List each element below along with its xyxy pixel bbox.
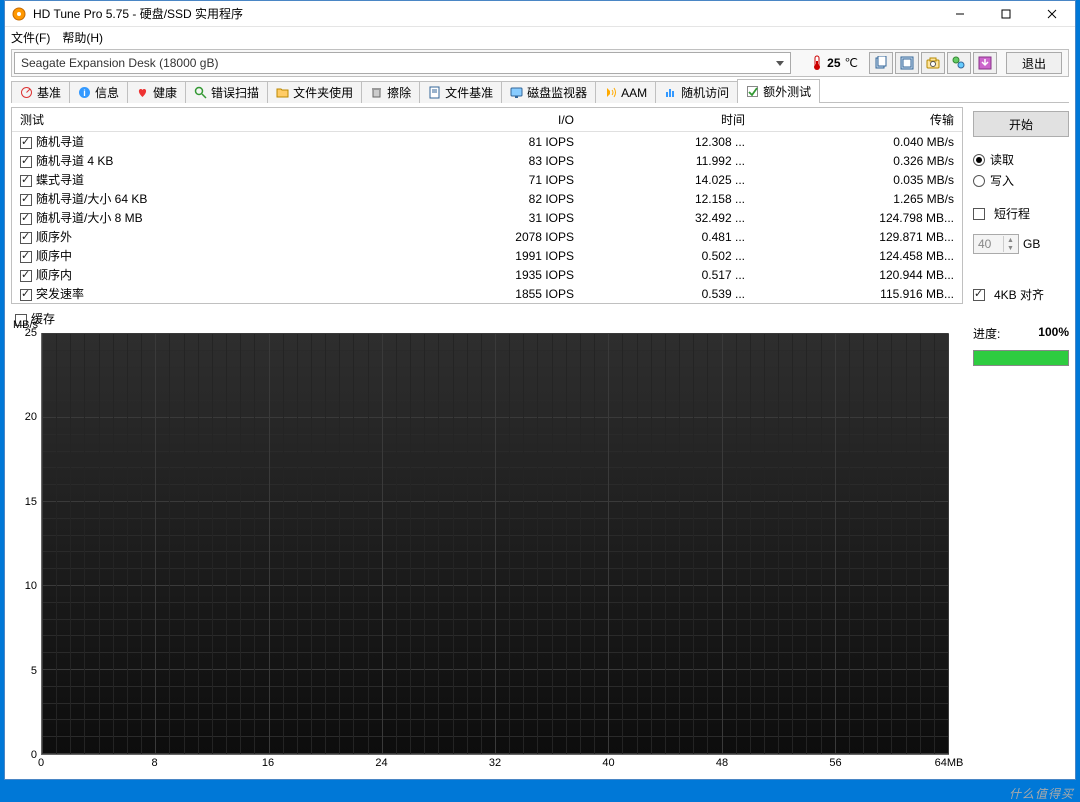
close-button[interactable] [1029, 1, 1075, 27]
gb-label: GB [1023, 237, 1040, 251]
row-checkbox[interactable] [20, 251, 32, 263]
drive-select[interactable]: Seagate Expansion Desk (18000 gB) [14, 52, 791, 74]
short-stroke-value: 40 [978, 237, 991, 251]
row-checkbox[interactable] [20, 194, 32, 206]
thermometer-icon [811, 55, 823, 71]
progress-bar [973, 350, 1069, 366]
menu-file[interactable]: 文件(F) [11, 29, 50, 46]
maximize-button[interactable] [983, 1, 1029, 27]
tab-benchmark[interactable]: 基准 [11, 81, 70, 103]
toolbar: Seagate Expansion Desk (18000 gB) 25 ℃ 退出 [11, 49, 1069, 77]
write-label: 写入 [990, 172, 1014, 189]
col-io[interactable]: I/O [411, 108, 582, 132]
save-button[interactable] [973, 52, 997, 74]
svg-text:i: i [83, 88, 86, 98]
table-row[interactable]: 蝶式寻道71 IOPS14.025 ...0.035 MB/s [12, 170, 962, 189]
title-bar: HD Tune Pro 5.75 - 硬盘/SSD 实用程序 [5, 1, 1075, 27]
copy-screenshot-button[interactable] [895, 52, 919, 74]
short-stroke-spinner[interactable]: 40 ▲▼ [973, 234, 1019, 254]
row-checkbox[interactable] [20, 137, 32, 149]
tabs: 基准 i信息 健康 错误扫描 文件夹使用 擦除 文件基准 磁盘监视器 AAM 随… [11, 79, 1069, 103]
tab-health[interactable]: 健康 [127, 81, 186, 103]
col-test[interactable]: 测试 [12, 108, 411, 132]
align-4kb-checkbox[interactable] [973, 289, 985, 301]
temperature-value: 25 [827, 56, 840, 70]
x-axis: 0816243240485664MB [41, 757, 949, 771]
options-button[interactable] [947, 52, 971, 74]
row-checkbox[interactable] [20, 156, 32, 168]
read-label: 读取 [990, 151, 1014, 168]
save-screenshot-button[interactable] [921, 52, 945, 74]
watermark: 什么值得买 [1009, 785, 1074, 802]
temperature: 25 ℃ [811, 55, 858, 71]
short-stroke-label: 短行程 [994, 205, 1030, 222]
menu-help[interactable]: 帮助(H) [62, 29, 103, 46]
tab-disk-monitor[interactable]: 磁盘监视器 [501, 81, 596, 103]
tab-random-access[interactable]: 随机访问 [655, 81, 738, 103]
write-radio[interactable] [973, 175, 985, 187]
table-row[interactable]: 顺序内1935 IOPS0.517 ...120.944 MB... [12, 265, 962, 284]
row-checkbox[interactable] [20, 232, 32, 244]
table-row[interactable]: 随机寻道/大小 8 MB31 IOPS32.492 ...124.798 MB.… [12, 208, 962, 227]
table-row[interactable]: 随机寻道 4 KB83 IOPS11.992 ...0.326 MB/s [12, 151, 962, 170]
minimize-button[interactable] [937, 1, 983, 27]
table-row[interactable]: 顺序外2078 IOPS0.481 ...129.871 MB... [12, 227, 962, 246]
col-transfer[interactable]: 传输 [753, 108, 962, 132]
menu-bar: 文件(F) 帮助(H) [5, 27, 1075, 47]
table-row[interactable]: 随机寻道/大小 64 KB82 IOPS12.158 ...1.265 MB/s [12, 189, 962, 208]
table-row[interactable]: 突发速率1855 IOPS0.539 ...115.916 MB... [12, 284, 962, 303]
tab-info[interactable]: i信息 [69, 81, 128, 103]
align-4kb-label: 4KB 对齐 [994, 286, 1044, 303]
row-checkbox[interactable] [20, 175, 32, 187]
progress-value: 100% [1038, 325, 1069, 342]
tab-erase[interactable]: 擦除 [361, 81, 420, 103]
y-axis: 0510152025 [13, 333, 39, 755]
chart: MB/s 0510152025 0816243240485664MB [41, 333, 949, 755]
copy-info-button[interactable] [869, 52, 893, 74]
cache-row: 缓存 [11, 304, 963, 333]
row-checkbox[interactable] [20, 289, 32, 301]
temperature-unit: ℃ [845, 56, 858, 70]
chart-plot [41, 333, 949, 755]
drive-select-text: Seagate Expansion Desk (18000 gB) [21, 56, 218, 70]
content: 测试 I/O 时间 传输 随机寻道81 IOPS12.308 ...0.040 … [11, 107, 1069, 773]
app-window: HD Tune Pro 5.75 - 硬盘/SSD 实用程序 文件(F) 帮助(… [4, 0, 1076, 780]
read-radio[interactable] [973, 154, 985, 166]
tests-table: 测试 I/O 时间 传输 随机寻道81 IOPS12.308 ...0.040 … [11, 107, 963, 304]
start-button[interactable]: 开始 [973, 111, 1069, 137]
exit-button[interactable]: 退出 [1006, 52, 1062, 74]
tab-extra-tests[interactable]: 额外测试 [737, 79, 820, 103]
col-time[interactable]: 时间 [582, 108, 753, 132]
table-row[interactable]: 随机寻道81 IOPS12.308 ...0.040 MB/s [12, 132, 962, 152]
main-column: 测试 I/O 时间 传输 随机寻道81 IOPS12.308 ...0.040 … [11, 107, 963, 773]
window-title: HD Tune Pro 5.75 - 硬盘/SSD 实用程序 [33, 5, 937, 22]
tab-file-bench[interactable]: 文件基准 [419, 81, 502, 103]
row-checkbox[interactable] [20, 270, 32, 282]
side-panel: 开始 读取 写入 短行程 40 ▲▼ GB 4KB 对齐 进度: 100% [973, 107, 1069, 773]
short-stroke-checkbox[interactable] [973, 208, 985, 220]
tab-error-scan[interactable]: 错误扫描 [185, 81, 268, 103]
progress-label: 进度: [973, 325, 1000, 342]
tab-aam[interactable]: AAM [595, 81, 656, 103]
row-checkbox[interactable] [20, 213, 32, 225]
table-row[interactable]: 顺序中1991 IOPS0.502 ...124.458 MB... [12, 246, 962, 265]
app-icon [11, 6, 27, 22]
tab-folder-usage[interactable]: 文件夹使用 [267, 81, 362, 103]
